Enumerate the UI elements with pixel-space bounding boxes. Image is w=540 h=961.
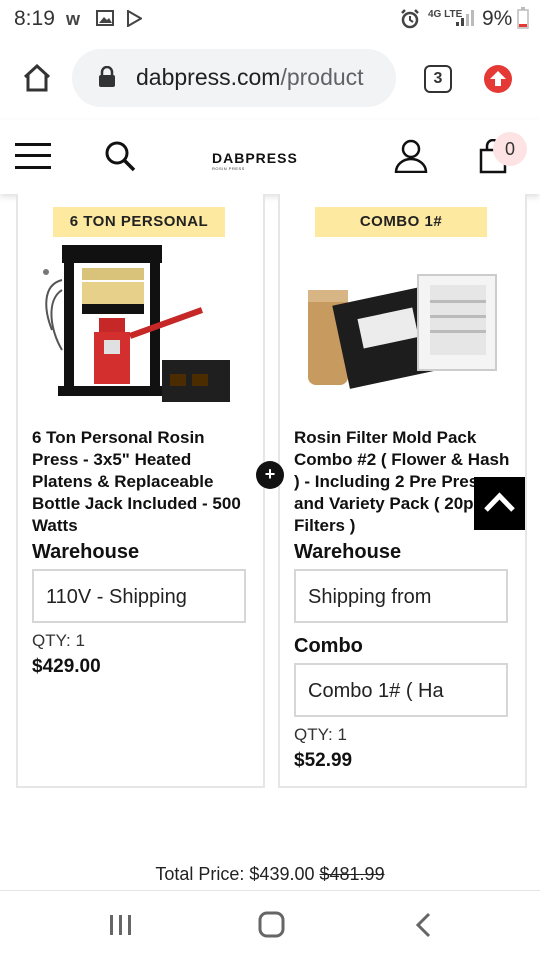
combo-label: Combo (294, 635, 363, 657)
battery-low-icon (517, 7, 529, 29)
cart-count-badge[interactable]: 0 (493, 132, 527, 166)
battery-percent: 9% (482, 7, 513, 30)
logo-tagline: ROSIN PRESS (212, 166, 245, 171)
warehouse-label: Warehouse (32, 541, 140, 563)
total-price: Total Price: $439.00 (155, 864, 315, 884)
site-logo[interactable]: DABPRESS ROSIN PRESS (212, 150, 298, 171)
back-to-top-button[interactable] (474, 477, 525, 530)
status-bar: 8:19 w 4G LTE 9% (0, 0, 540, 38)
product-tag: COMBO 1# (315, 207, 487, 237)
price-text: $429.00 (32, 656, 101, 677)
add-combo-button[interactable]: + (256, 461, 284, 489)
account-icon[interactable] (394, 139, 428, 173)
hamburger-menu-icon[interactable] (15, 141, 51, 171)
price-text: $52.99 (294, 750, 353, 771)
home-nav-icon[interactable] (258, 911, 286, 939)
combo-select[interactable]: Combo 1# ( Ha (294, 663, 508, 717)
home-icon[interactable] (22, 64, 52, 92)
alarm-icon (401, 9, 419, 29)
lock-icon (99, 66, 115, 87)
warehouse-select[interactable]: Shipping from (294, 569, 508, 623)
notification-w-icon: w (66, 9, 81, 29)
product-tag: 6 TON PERSONAL (53, 207, 225, 237)
update-button[interactable] (484, 65, 512, 93)
logo-text: DABPRESS (212, 150, 298, 166)
back-icon[interactable] (414, 912, 434, 938)
status-time: 8:19 (14, 7, 55, 30)
chevron-up-icon (484, 492, 515, 512)
tab-switcher-button[interactable]: 3 (424, 65, 452, 93)
qty-text: QTY: 1 (32, 631, 85, 650)
warehouse-label: Warehouse (294, 541, 402, 563)
recent-apps-icon[interactable] (108, 913, 134, 937)
url-text[interactable]: dabpress.com/product (136, 64, 386, 91)
url-path: /product (280, 64, 364, 90)
play-store-icon (127, 10, 142, 27)
gallery-icon (96, 10, 114, 26)
original-price: $481.99 (319, 864, 385, 884)
total-price-line: Total Price: $439.00 $481.99 (0, 864, 540, 885)
plus-icon: + (264, 464, 276, 484)
signal-icon (456, 10, 474, 26)
arrow-up-icon (490, 71, 506, 86)
qty-text: QTY: 1 (294, 725, 347, 744)
url-domain: dabpress.com (136, 64, 281, 90)
filter-combo-image[interactable] (300, 255, 505, 395)
product-title[interactable]: 6 Ton Personal Rosin Press - 3x5" Heated… (32, 427, 247, 537)
rosin-press-image[interactable] (32, 240, 242, 415)
search-icon[interactable] (104, 140, 136, 172)
warehouse-select[interactable]: 110V - Shipping (32, 569, 246, 623)
